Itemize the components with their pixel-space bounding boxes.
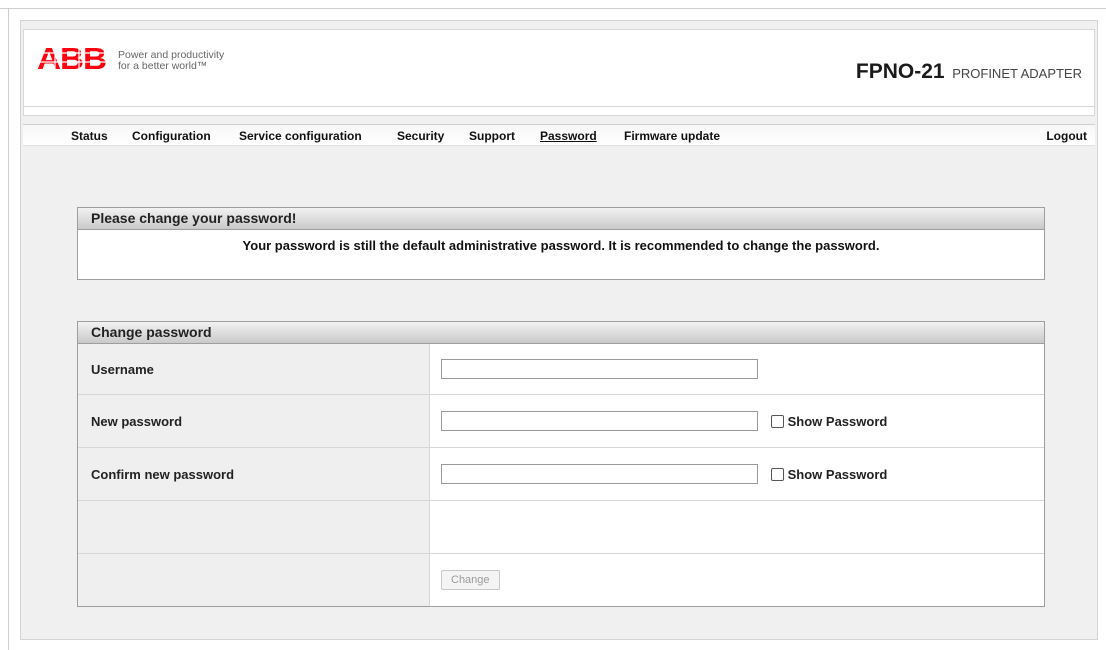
- form-row-submit: Change: [78, 553, 1044, 606]
- product-type: PROFINET ADAPTER: [952, 66, 1082, 81]
- nav-service-configuration[interactable]: Service configuration: [239, 129, 362, 143]
- empty-value-cell: [429, 500, 1044, 554]
- new-password-input[interactable]: [441, 411, 758, 431]
- password-notice-panel: Please change your password! Your passwo…: [77, 207, 1045, 280]
- nav-password[interactable]: Password: [540, 129, 597, 143]
- nav-security[interactable]: Security: [397, 129, 444, 143]
- show-new-password-checkbox[interactable]: [770, 414, 784, 428]
- notice-message: Your password is still the default admin…: [242, 238, 880, 253]
- confirm-password-cell: Show Password: [429, 447, 1044, 501]
- form-row-username: Username: [78, 344, 1044, 395]
- header-divider: [24, 106, 1094, 107]
- change-password-panel: Change password Username New password Sh…: [77, 321, 1045, 607]
- form-row-confirm-password: Confirm new password Show Password: [78, 447, 1044, 501]
- abb-logo: ABB: [37, 44, 107, 72]
- logout-link[interactable]: Logout: [1046, 129, 1087, 143]
- nav-configuration[interactable]: Configuration: [132, 129, 211, 143]
- show-new-password-label: Show Password: [787, 413, 888, 429]
- show-new-password-toggle[interactable]: Show Password: [770, 413, 888, 429]
- form-row-new-password: New password Show Password: [78, 394, 1044, 448]
- nav-firmware-update[interactable]: Firmware update: [624, 129, 720, 143]
- confirm-password-input[interactable]: [441, 464, 758, 484]
- confirm-password-label: Confirm new password: [78, 447, 430, 501]
- new-password-cell: Show Password: [429, 394, 1044, 448]
- change-password-form: Username New password Show Password Conf…: [78, 344, 1044, 606]
- nav-support[interactable]: Support: [469, 129, 515, 143]
- new-password-label: New password: [78, 394, 430, 448]
- product-model: FPNO-21: [855, 60, 945, 83]
- empty-label-cell: [78, 500, 430, 554]
- svg-text:ABB: ABB: [37, 44, 106, 72]
- username-input[interactable]: [441, 359, 758, 379]
- submit-cell: Change: [429, 553, 1044, 606]
- change-button[interactable]: Change: [441, 570, 500, 590]
- form-row-empty: [78, 500, 1044, 554]
- main-nav: Status Configuration Service configurati…: [23, 124, 1095, 146]
- show-confirm-password-toggle[interactable]: Show Password: [770, 466, 888, 482]
- page-left-border: [8, 8, 9, 650]
- submit-label-cell: [78, 553, 430, 606]
- brand-tagline: Power and productivity for a better worl…: [118, 50, 224, 72]
- product-title: FPNO-21 PROFINET ADAPTER: [856, 60, 1082, 84]
- show-confirm-password-label: Show Password: [787, 466, 888, 482]
- notice-title: Please change your password!: [78, 208, 1044, 230]
- header: ABB Power and productivity for a better …: [23, 29, 1095, 116]
- page-top-border: [0, 8, 1106, 9]
- nav-status[interactable]: Status: [71, 129, 108, 143]
- username-label: Username: [78, 344, 430, 395]
- app-frame: ABB Power and productivity for a better …: [20, 20, 1098, 640]
- tagline-line-2: for a better world™: [118, 60, 208, 72]
- username-cell: [430, 344, 1045, 395]
- show-confirm-password-checkbox[interactable]: [770, 467, 784, 481]
- change-password-title: Change password: [78, 322, 1044, 344]
